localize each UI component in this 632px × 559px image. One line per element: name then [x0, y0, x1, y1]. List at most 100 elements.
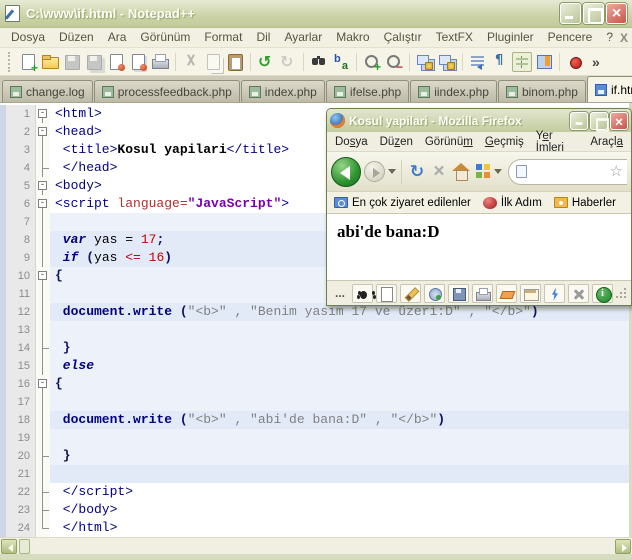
- grid-dropdown-icon[interactable]: [494, 169, 502, 178]
- menu-item[interactable]: ?: [599, 28, 620, 47]
- save-icon[interactable]: [62, 52, 82, 72]
- cut-icon[interactable]: [181, 52, 201, 72]
- fold-marker[interactable]: -: [36, 375, 50, 393]
- print-icon[interactable]: [150, 52, 170, 72]
- firefox-close-button[interactable]: [610, 111, 628, 130]
- menu-al-t-r[interactable]: Çalıştır: [377, 28, 429, 47]
- tab-iindex-php[interactable]: iindex.php: [410, 80, 497, 102]
- scrollbar-thumb[interactable]: [19, 539, 30, 554]
- open-file-icon[interactable]: [40, 52, 60, 72]
- code-text[interactable]: {: [50, 375, 629, 393]
- menubar-close-icon[interactable]: X: [620, 31, 632, 45]
- location-bar[interactable]: ☆: [508, 158, 627, 185]
- save-all-icon[interactable]: [84, 52, 104, 72]
- maximize-button[interactable]: [583, 3, 604, 24]
- tab-if-html[interactable]: if.html: [586, 76, 632, 102]
- tools-icon[interactable]: [568, 283, 590, 303]
- new-page-icon[interactable]: [376, 283, 398, 303]
- tab-processfeedback-php[interactable]: processfeedback.php: [93, 80, 240, 102]
- fold-marker[interactable]: -: [36, 195, 50, 213]
- scroll-right-icon[interactable]: [615, 539, 631, 554]
- minimize-button[interactable]: [560, 3, 581, 24]
- sync-horizontal-icon[interactable]: [437, 52, 457, 72]
- doc-map-icon[interactable]: [534, 52, 554, 72]
- firefox-menu-g-r-n-m[interactable]: Görünüm: [419, 136, 479, 148]
- zoom-out-icon[interactable]: [384, 52, 404, 74]
- menu-textfx[interactable]: TextFX: [429, 28, 480, 47]
- code-text[interactable]: else: [50, 357, 629, 375]
- menu-pluginler[interactable]: Pluginler: [480, 28, 541, 47]
- menu-ara[interactable]: Ara: [101, 28, 134, 47]
- find-icon[interactable]: [309, 52, 329, 72]
- fold-marker[interactable]: -: [36, 123, 50, 141]
- resize-grip-icon[interactable]: [616, 287, 627, 299]
- code-text[interactable]: [50, 321, 629, 339]
- menu-makro[interactable]: Makro: [329, 28, 376, 47]
- firefox-menu-dosya[interactable]: Dosya: [329, 136, 374, 148]
- tab-binom-php[interactable]: binom.php: [497, 80, 586, 102]
- redo-icon[interactable]: [278, 52, 298, 72]
- code-text[interactable]: [50, 465, 629, 483]
- stop-button[interactable]: ×: [430, 161, 448, 182]
- bookmark-en-ok-ziyaret-edilenler[interactable]: En çok ziyaret edilenler: [334, 197, 471, 209]
- indent-guide-icon[interactable]: [512, 51, 532, 72]
- code-text[interactable]: [50, 393, 629, 411]
- record-macro-icon[interactable]: [565, 52, 585, 72]
- tab-index-php[interactable]: index.php: [240, 80, 325, 102]
- word-wrap-icon[interactable]: [468, 52, 488, 72]
- forward-button[interactable]: [364, 161, 385, 182]
- forward-dropdown-icon[interactable]: [388, 169, 396, 178]
- menu-pencere[interactable]: Pencere: [541, 28, 600, 47]
- print-icon[interactable]: [472, 283, 494, 303]
- code-text[interactable]: </html>: [50, 519, 629, 537]
- info-icon[interactable]: [592, 283, 614, 303]
- code-text[interactable]: </script>: [50, 483, 629, 501]
- fold-marker[interactable]: -: [36, 177, 50, 195]
- firefox-maximize-button[interactable]: [590, 111, 608, 130]
- home-button[interactable]: [451, 162, 471, 181]
- statusbar-ellipsis[interactable]: ...: [331, 286, 349, 300]
- new-file-icon[interactable]: [18, 52, 38, 75]
- sync-vertical-icon[interactable]: [415, 52, 435, 72]
- close-all-icon[interactable]: [128, 52, 148, 72]
- copy-icon[interactable]: [203, 52, 223, 72]
- bookmarks-grid-icon[interactable]: [476, 164, 491, 179]
- pencil-icon[interactable]: [400, 283, 422, 303]
- firefox-titlebar[interactable]: Kosul yapilari - Mozilla Firefox: [327, 109, 631, 132]
- replace-icon[interactable]: [331, 52, 351, 72]
- close-icon[interactable]: [106, 52, 126, 72]
- bug-icon[interactable]: [352, 283, 374, 303]
- toolbar-grip[interactable]: [8, 51, 11, 72]
- bookmark-haberler[interactable]: Haberler: [553, 197, 616, 209]
- save-icon[interactable]: [448, 283, 470, 303]
- back-button[interactable]: [331, 156, 361, 187]
- code-text[interactable]: }: [50, 447, 629, 465]
- toolbar-overflow-icon[interactable]: »: [592, 54, 600, 70]
- code-text[interactable]: document.write ("<b>" , "abi'de bana:D" …: [50, 411, 629, 429]
- firefox-menu-ara-la[interactable]: Araçla: [584, 136, 629, 148]
- firefox-menu-yer-i-mleri[interactable]: Yer İmleri: [530, 130, 585, 154]
- reload-button[interactable]: ↻: [407, 162, 427, 182]
- eraser-icon[interactable]: [496, 283, 518, 303]
- fold-marker[interactable]: -: [36, 105, 50, 123]
- firefox-menu-ge-mi[interactable]: Geçmiş: [479, 136, 530, 148]
- notepadpp-titlebar[interactable]: C:\www\if.html - Notepad++: [0, 0, 632, 28]
- bookmark-i-lk-ad-m[interactable]: İlk Adım: [482, 196, 542, 209]
- lightning-icon[interactable]: [544, 283, 566, 303]
- code-text[interactable]: </body>: [50, 501, 629, 519]
- bookmark-star-icon[interactable]: ☆: [610, 164, 623, 179]
- firefox-menu-d-zen[interactable]: Düzen: [374, 136, 419, 148]
- menu-dil[interactable]: Dil: [249, 28, 277, 47]
- paste-icon[interactable]: [225, 52, 245, 72]
- scroll-left-icon[interactable]: [1, 539, 17, 554]
- window-icon[interactable]: [520, 283, 542, 303]
- menu-dosya[interactable]: Dosya: [4, 28, 52, 47]
- firefox-minimize-button[interactable]: [570, 111, 588, 130]
- menu-ayarlar[interactable]: Ayarlar: [277, 28, 329, 47]
- code-text[interactable]: }: [50, 339, 629, 357]
- tab-ifelse-php[interactable]: ifelse.php: [325, 80, 410, 102]
- zoom-in-icon[interactable]: [362, 52, 382, 74]
- horizontal-scrollbar[interactable]: [0, 537, 632, 554]
- undo-icon[interactable]: [256, 52, 276, 72]
- menu-format[interactable]: Format: [197, 28, 249, 47]
